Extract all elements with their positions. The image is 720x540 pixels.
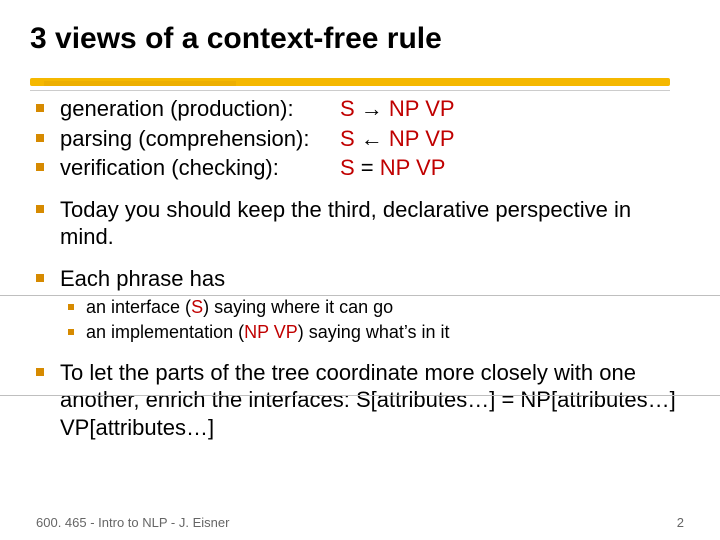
list-item: parsing (comprehension): S ← NP VP	[30, 125, 690, 153]
item-rule: S → NP VP	[340, 95, 455, 123]
item-rule: S = NP VP	[340, 154, 445, 182]
footer-left: 600. 465 - Intro to NLP - J. Eisner	[36, 515, 229, 530]
item-rule: S ← NP VP	[340, 125, 455, 153]
slide: 3 views of a context-free rule generatio…	[0, 0, 720, 540]
item-text: Each phrase has	[60, 266, 225, 291]
item-label: verification (checking):	[60, 154, 340, 182]
footer-page-number: 2	[677, 515, 684, 530]
list-item: generation (production): S → NP VP	[30, 95, 690, 123]
divider	[0, 295, 720, 296]
bullet-list: generation (production): S → NP VP parsi…	[30, 95, 690, 441]
item-label: parsing (comprehension):	[60, 125, 340, 153]
sub-list: an interface (S) saying where it can go …	[60, 296, 690, 345]
list-item: an implementation (NP VP) saying what’s …	[60, 321, 690, 344]
item-label: generation (production):	[60, 95, 340, 123]
list-item: To let the parts of the tree coordinate …	[30, 359, 690, 442]
footer: 600. 465 - Intro to NLP - J. Eisner 2	[36, 515, 684, 530]
divider	[0, 395, 720, 396]
list-item: Each phrase has an interface (S) saying …	[30, 265, 690, 345]
list-item: an interface (S) saying where it can go	[60, 296, 690, 319]
list-item: verification (checking): S = NP VP	[30, 154, 690, 182]
list-item: Today you should keep the third, declara…	[30, 196, 690, 251]
page-title: 3 views of a context-free rule	[30, 22, 690, 55]
